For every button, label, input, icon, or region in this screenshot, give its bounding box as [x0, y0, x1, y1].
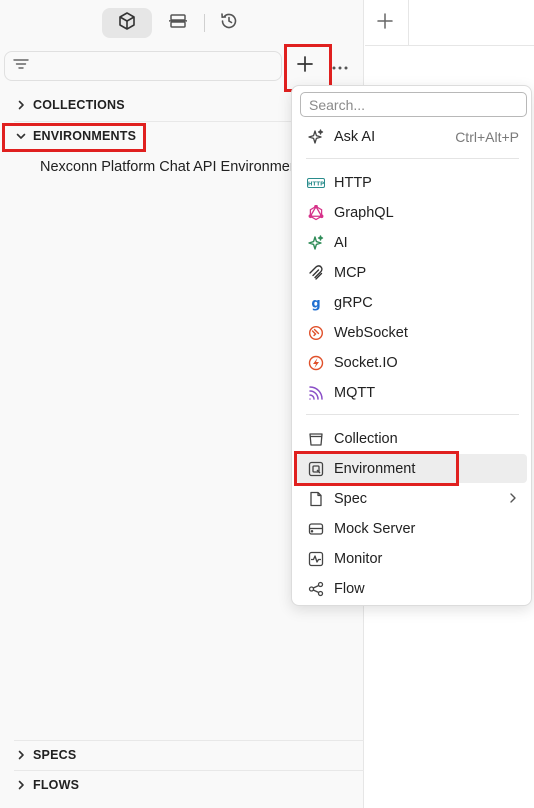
- mcp-icon: [307, 264, 325, 282]
- plus-icon: [376, 12, 394, 35]
- spec-icon: [307, 490, 325, 508]
- menu-item-label: HTTP: [334, 174, 372, 191]
- more-options-button[interactable]: [326, 54, 354, 78]
- section-label: SPECS: [33, 748, 77, 762]
- new-tab-button[interactable]: [372, 10, 398, 36]
- menu-item-label: MCP: [334, 264, 367, 281]
- menu-item-spec[interactable]: Spec: [296, 484, 527, 513]
- menu-item-http[interactable]: HTTP HTTP: [296, 168, 527, 197]
- section-specs[interactable]: SPECS: [0, 740, 364, 770]
- menu-item-environment[interactable]: Environment: [296, 454, 527, 483]
- menu-item-label: MQTT: [334, 384, 376, 401]
- socketio-icon: [307, 354, 325, 372]
- menu-item-ai[interactable]: AI: [296, 228, 527, 257]
- menu-item-label: Spec: [334, 490, 368, 507]
- chevron-right-icon: [509, 491, 517, 507]
- collection-icon: [307, 430, 325, 448]
- menu-item-websocket[interactable]: WebSocket: [296, 318, 527, 347]
- environment-list-item[interactable]: Nexconn Platform Chat API Environment: [40, 156, 296, 178]
- menu-item-socketio[interactable]: Socket.IO: [296, 348, 527, 377]
- menu-item-grpc[interactable]: g gRPC: [296, 288, 527, 317]
- sparkle-icon: [307, 128, 325, 146]
- sidebar-filter-input[interactable]: [4, 51, 282, 81]
- mock-server-icon: [307, 520, 325, 538]
- chevron-right-icon: [14, 98, 28, 112]
- menu-item-label: Environment: [334, 460, 416, 477]
- plus-icon: [296, 55, 314, 78]
- menu-item-mqtt[interactable]: MQTT: [296, 378, 527, 407]
- websocket-icon: [307, 324, 325, 342]
- menu-item-label: AI: [334, 234, 348, 251]
- monitor-icon: [307, 550, 325, 568]
- tab-mock-servers[interactable]: [153, 8, 203, 38]
- cube-icon: [117, 11, 137, 36]
- tab-collections[interactable]: [102, 8, 152, 38]
- menu-item-label: Flow: [334, 580, 365, 597]
- svg-text:g: g: [311, 296, 320, 311]
- menu-item-mcp[interactable]: MCP: [296, 258, 527, 287]
- tab-divider: [408, 0, 409, 46]
- menu-item-ask-ai[interactable]: Ask AI Ctrl+Alt+P: [296, 122, 527, 151]
- chevron-right-icon: [14, 778, 28, 792]
- sidebar-topbar: [0, 0, 364, 46]
- menu-item-label: Mock Server: [334, 520, 416, 537]
- graphql-icon: [307, 204, 325, 222]
- menu-item-label: Collection: [334, 430, 398, 447]
- flow-icon: [307, 580, 325, 598]
- add-new-button[interactable]: [284, 44, 332, 92]
- section-label: COLLECTIONS: [33, 98, 125, 112]
- section-flows[interactable]: FLOWS: [0, 770, 364, 800]
- menu-item-label: WebSocket: [334, 324, 408, 341]
- menu-divider: [306, 414, 519, 415]
- chevron-down-icon: [14, 129, 28, 143]
- ai-sparkle-icon: [307, 234, 325, 252]
- menu-item-label: GraphQL: [334, 204, 394, 221]
- section-label: FLOWS: [33, 778, 80, 792]
- tab-history[interactable]: [204, 8, 254, 38]
- menu-item-label: gRPC: [334, 294, 373, 311]
- menu-item-mock-server[interactable]: Mock Server: [296, 514, 527, 543]
- history-icon: [219, 11, 239, 36]
- section-label: ENVIRONMENTS: [33, 129, 137, 143]
- grpc-icon: g: [307, 294, 325, 312]
- menu-item-flow[interactable]: Flow: [296, 574, 527, 603]
- http-icon: HTTP: [307, 174, 325, 192]
- chevron-right-icon: [14, 748, 28, 762]
- mqtt-icon: [307, 384, 325, 402]
- keyboard-shortcut: Ctrl+Alt+P: [455, 128, 519, 145]
- menu-search-input[interactable]: [300, 92, 527, 117]
- svg-text:HTTP: HTTP: [308, 181, 324, 187]
- create-new-menu: Ask AI Ctrl+Alt+P HTTP HTTP GraphQL AI M…: [291, 85, 532, 606]
- menu-item-label: Monitor: [334, 550, 383, 567]
- menu-item-monitor[interactable]: Monitor: [296, 544, 527, 573]
- menu-item-label: Socket.IO: [334, 354, 398, 371]
- environment-icon: [307, 460, 325, 478]
- menu-divider: [306, 158, 519, 159]
- menu-item-collection[interactable]: Collection: [296, 424, 527, 453]
- more-icon: [332, 57, 348, 75]
- mock-server-icon: [168, 11, 188, 36]
- menu-item-graphql[interactable]: GraphQL: [296, 198, 527, 227]
- menu-item-label: Ask AI: [334, 128, 376, 145]
- filter-icon: [13, 57, 29, 76]
